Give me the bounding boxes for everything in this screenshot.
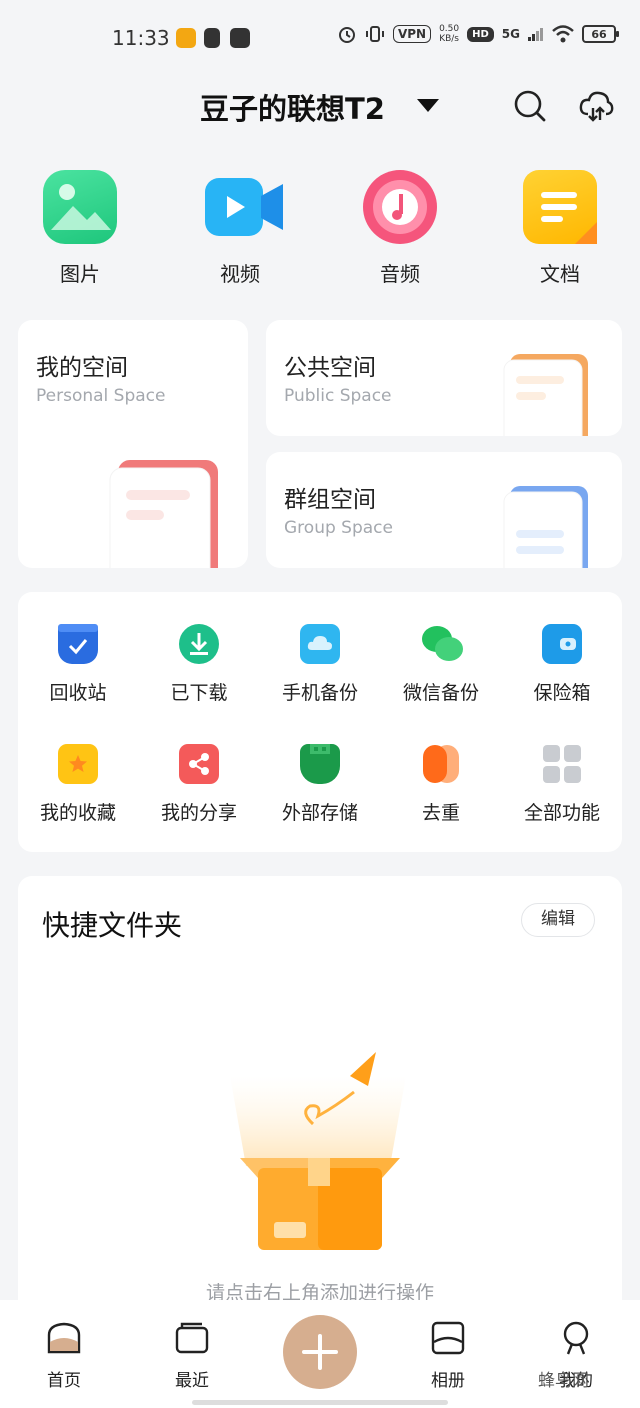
category-images[interactable]: 图片 [25, 170, 135, 287]
profile-icon [563, 1321, 589, 1355]
card-subtitle: Public Space [284, 386, 392, 406]
wifi-icon [552, 25, 574, 43]
all-functions-icon [542, 744, 582, 784]
edit-button[interactable]: 编辑 [521, 903, 595, 937]
app-notification-icon [176, 28, 196, 48]
personal-space-icon [109, 460, 218, 568]
quick-folders-title: 快捷文件夹 [42, 909, 183, 942]
bottom-nav: 首页 最近 相册 我的 [0, 1300, 640, 1408]
function-label: 保险箱 [533, 682, 591, 704]
card-subtitle: Group Space [284, 518, 393, 538]
group-space-card[interactable]: 群组空间 Group Space [266, 452, 622, 568]
network-type: 5G [501, 27, 520, 41]
image-icon [43, 170, 117, 244]
tiktok-notification-icon [204, 28, 220, 48]
recycle-bin-icon [58, 624, 98, 664]
home-indicator [192, 1400, 448, 1405]
card-subtitle: Personal Space [36, 386, 166, 406]
function-label: 我的分享 [160, 802, 237, 824]
add-button[interactable] [283, 1315, 357, 1389]
function-label: 全部功能 [523, 802, 600, 824]
public-space-icon [503, 354, 588, 436]
vibrate-icon [365, 26, 384, 42]
category-label: 文档 [540, 262, 580, 286]
function-safe-box[interactable]: 保险箱 [502, 624, 622, 705]
function-dedupe[interactable]: 去重 [381, 744, 501, 825]
net-speed-unit: KB/s [439, 34, 459, 44]
search-icon[interactable] [512, 88, 548, 124]
card-title: 我的空间 [36, 355, 128, 381]
category-audio[interactable]: 音频 [345, 170, 455, 287]
function-downloaded[interactable]: 已下载 [139, 624, 259, 705]
card-title: 公共空间 [284, 355, 376, 381]
function-label: 已下载 [170, 682, 228, 704]
device-title[interactable]: 豆子的联想T2 [200, 86, 385, 128]
download-icon [179, 624, 219, 664]
hd-badge: HD [467, 26, 494, 42]
vpn-badge: VPN [392, 25, 432, 43]
nav-label: 相册 [431, 1371, 465, 1391]
function-external-storage[interactable]: 外部存储 [260, 744, 380, 825]
dedupe-icon [421, 744, 461, 784]
personal-space-card[interactable]: 我的空间 Personal Space [18, 320, 248, 568]
nav-label: 首页 [47, 1371, 81, 1391]
nav-recent[interactable]: 最近 [152, 1320, 232, 1391]
gallery-notification-icon [230, 28, 250, 48]
phone-backup-icon [300, 624, 340, 664]
wechat-backup-icon [421, 624, 463, 664]
nav-home[interactable]: 首页 [24, 1320, 104, 1391]
function-wechat-backup[interactable]: 微信备份 [381, 624, 501, 705]
function-label: 微信备份 [402, 682, 479, 704]
favorites-icon [58, 744, 98, 784]
empty-box-illustration [230, 1052, 406, 1250]
category-videos[interactable]: 视频 [185, 170, 295, 287]
function-label: 手机备份 [281, 682, 358, 704]
recent-icon [175, 1322, 209, 1354]
public-space-card[interactable]: 公共空间 Public Space [266, 320, 622, 436]
nav-label: 最近 [175, 1371, 209, 1391]
video-icon [203, 170, 283, 244]
function-label: 我的收藏 [39, 802, 116, 824]
category-label: 视频 [220, 262, 260, 286]
function-label: 去重 [421, 802, 460, 824]
net-speed-value: 0.50 [439, 24, 460, 34]
quick-folders-panel: 快捷文件夹 编辑 请点击右上角添加进行操作 [18, 876, 622, 1316]
document-icon [523, 170, 597, 244]
status-time: 11:33 [112, 26, 170, 50]
nav-album[interactable]: 相册 [408, 1320, 488, 1391]
functions-panel: 回收站 已下载 手机备份 微信备份 保险箱 我的收藏 我的分享 外部存储 去重 … [18, 592, 622, 852]
watermark: 蜂鸟网 [538, 1371, 589, 1391]
home-icon [47, 1322, 81, 1354]
share-icon [179, 744, 219, 784]
device-dropdown-caret-icon[interactable] [417, 99, 439, 112]
card-title: 群组空间 [284, 487, 376, 513]
category-documents[interactable]: 文档 [505, 170, 615, 287]
battery-icon: 66 [582, 25, 619, 43]
status-bar: 11:33 VPN 0.50 KB/s HD 5G 66 [0, 0, 640, 76]
status-indicators: VPN 0.50 KB/s HD 5G 66 [337, 24, 619, 44]
album-icon [431, 1321, 465, 1355]
add-icon [302, 1334, 338, 1370]
signal-icon [528, 28, 543, 41]
function-all-functions[interactable]: 全部功能 [502, 744, 622, 825]
category-label: 图片 [60, 262, 100, 286]
function-my-shares[interactable]: 我的分享 [139, 744, 259, 825]
alarm-icon [338, 27, 355, 43]
cloud-sync-icon[interactable] [578, 88, 614, 124]
function-recycle-bin[interactable]: 回收站 [18, 624, 138, 705]
function-favorites[interactable]: 我的收藏 [18, 744, 138, 825]
category-label: 音频 [380, 262, 420, 286]
group-space-icon [503, 486, 588, 568]
function-label: 外部存储 [281, 802, 358, 824]
net-speed: 0.50 KB/s [439, 24, 459, 44]
function-phone-backup[interactable]: 手机备份 [260, 624, 380, 705]
function-label: 回收站 [49, 682, 107, 704]
external-storage-icon [300, 744, 340, 784]
audio-icon [363, 170, 437, 244]
safe-box-icon [542, 624, 582, 664]
